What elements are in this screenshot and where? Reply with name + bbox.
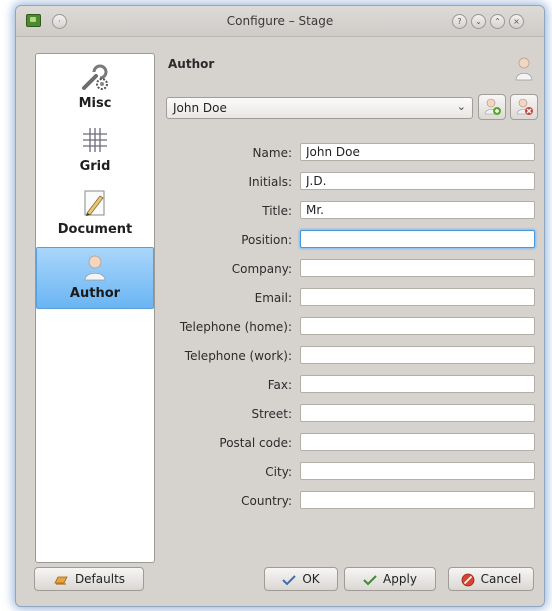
- country-field[interactable]: [300, 491, 535, 509]
- wrench-gear-icon: [82, 64, 108, 90]
- telephone-home-field[interactable]: [300, 317, 535, 335]
- title-field[interactable]: [300, 201, 535, 219]
- person-icon: [515, 57, 533, 81]
- grid-icon: [83, 128, 107, 152]
- country-label: Country:: [241, 494, 292, 508]
- add-user-icon: [484, 98, 501, 115]
- sidebar-item-label: Author: [69, 286, 121, 301]
- help-icon[interactable]: ?: [452, 14, 467, 29]
- defaults-button[interactable]: Defaults: [34, 567, 144, 591]
- sidebar-item-author[interactable]: Author: [36, 247, 154, 309]
- name-field[interactable]: [300, 143, 535, 161]
- city-label: City:: [265, 465, 292, 479]
- cancel-button[interactable]: Cancel: [448, 567, 534, 591]
- category-list: Misc Grid Document Author: [35, 53, 155, 563]
- profile-select-value: John Doe: [173, 101, 227, 115]
- remove-user-icon: [516, 98, 533, 115]
- ok-button[interactable]: OK: [264, 567, 338, 591]
- close-icon[interactable]: ×: [509, 14, 524, 29]
- maximize-icon[interactable]: ⌃: [490, 14, 505, 29]
- checkmark-icon: [282, 574, 297, 585]
- pen-document-icon: [84, 190, 105, 216]
- initials-label: Initials:: [248, 175, 293, 189]
- chevron-down-icon: ⌄: [456, 100, 466, 113]
- initials-field[interactable]: [300, 172, 535, 190]
- add-profile-button[interactable]: [478, 94, 506, 120]
- telephone-work-field[interactable]: [300, 346, 535, 364]
- name-label: Name:: [252, 146, 292, 160]
- sidebar-item-label: Document: [57, 222, 133, 237]
- company-field[interactable]: [300, 259, 535, 277]
- fax-field[interactable]: [300, 375, 535, 393]
- city-field[interactable]: [300, 462, 535, 480]
- person-icon: [84, 255, 106, 281]
- street-field[interactable]: [300, 404, 535, 422]
- title-bar: · Configure – Stage ? ⌄ ⌃ ×: [16, 6, 544, 37]
- position-label: Position:: [241, 233, 292, 247]
- sidebar-item-grid[interactable]: Grid: [37, 121, 153, 181]
- apply-button-label: Apply: [383, 572, 417, 586]
- remove-profile-button[interactable]: [510, 94, 538, 120]
- profile-select[interactable]: John Doe ⌄: [166, 97, 473, 119]
- title-label: Title:: [262, 204, 292, 218]
- telephone-home-label: Telephone (home):: [179, 320, 292, 334]
- street-label: Street:: [251, 407, 292, 421]
- cancel-icon: [461, 573, 475, 586]
- fax-label: Fax:: [267, 378, 292, 392]
- telephone-work-label: Telephone (work):: [184, 349, 292, 363]
- email-label: Email:: [254, 291, 292, 305]
- apply-button[interactable]: Apply: [344, 567, 436, 591]
- sidebar-item-document[interactable]: Document: [37, 184, 153, 244]
- email-field[interactable]: [300, 288, 535, 306]
- checkmark-icon: [363, 574, 377, 585]
- company-label: Company:: [231, 262, 292, 276]
- cancel-button-label: Cancel: [480, 572, 522, 586]
- postal-code-field[interactable]: [300, 433, 535, 451]
- defaults-button-label: Defaults: [74, 572, 126, 586]
- sidebar-item-misc[interactable]: Misc: [37, 58, 153, 118]
- configure-dialog: · Configure – Stage ? ⌄ ⌃ × Misc Grid Do…: [16, 6, 544, 606]
- ok-button-label: OK: [302, 572, 320, 586]
- sidebar-item-label: Grid: [79, 159, 111, 174]
- position-field[interactable]: [300, 230, 535, 248]
- page-title: Author: [168, 57, 215, 71]
- defaults-icon: [54, 576, 68, 585]
- postal-code-label: Postal code:: [219, 436, 292, 450]
- sidebar-item-label: Misc: [78, 96, 112, 111]
- minimize-icon[interactable]: ⌄: [471, 14, 486, 29]
